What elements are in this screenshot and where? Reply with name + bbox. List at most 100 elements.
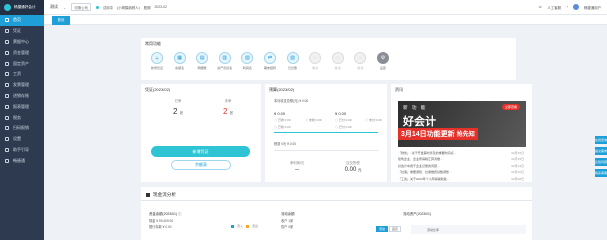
floating-help-button[interactable]: 在线咨询 (595, 136, 607, 144)
help-icon[interactable]: ⓘ (178, 212, 181, 216)
bank-label: 银行存款 (149, 225, 162, 229)
profit-label: 净利润/元 (289, 161, 305, 165)
sidebar-item[interactable]: 设置 (0, 134, 44, 145)
common-function-item[interactable]: ⚙ 设置 (375, 52, 391, 70)
bank-value: ¥ 0.00 (162, 225, 172, 229)
divider (141, 200, 532, 201)
logo-icon (4, 4, 11, 11)
floating-help-button[interactable]: 联系客服 (595, 169, 607, 177)
news-item-date: 02月08日 (511, 176, 524, 181)
sidebar: 畅捷通好会计 首页凭证 票据中心资金管理固定资产工资发票管理进销存账 报表管理 税务扫… (0, 0, 44, 240)
news-item[interactable]: 好会计中用于企业记账的问题... 02月13日 (398, 164, 524, 168)
gear-icon: ⚙ (376, 52, 389, 64)
common-function-item[interactable]: ▥ 资产负债表 (217, 52, 233, 70)
common-function-label: 资产负债表 (217, 66, 233, 70)
nav-icon (5, 126, 9, 131)
sidebar-item[interactable]: 税务 (0, 112, 44, 123)
status-text: 试用中 (102, 5, 114, 10)
sidebar-item[interactable]: 助手引导 (0, 145, 44, 156)
plus-doc-icon: ＋ (151, 52, 163, 64)
tab-home[interactable]: 首页 (52, 16, 70, 25)
flow-out-label: 供户 (281, 225, 288, 229)
common-function-label: 新增凭证 (150, 66, 163, 70)
sidebar-item[interactable]: 票据中心 (0, 37, 44, 48)
current-assets-title: 流动资产(2023/01) (403, 212, 432, 216)
flow-in-value: 1家 (288, 219, 294, 223)
tax-amount: ¥ 0.00 (287, 142, 296, 146)
news-banner[interactable]: 立即查看 新 功 能 好会计 3月14日功能更新 抢先知 (398, 101, 526, 147)
pending-unit: 张 (229, 111, 234, 115)
banner-view-button[interactable]: 立即查看 (501, 104, 520, 110)
news-title: 资讯 (395, 87, 403, 92)
approved-stat[interactable]: 已审 2 张 (163, 98, 193, 116)
sidebar-item[interactable]: 固定资产 (0, 58, 44, 69)
period-value[interactable]: 2023-02 (154, 5, 166, 9)
income-tax-label: 应交所税 (346, 161, 360, 165)
chart-icon: ▨ (241, 52, 254, 64)
sidebar-item-label: 票据中心 (13, 38, 29, 44)
news-item-text: 好会计中用于企业记账的问题... (398, 163, 440, 168)
balance-sheet-button[interactable]: 余额表 (171, 160, 231, 170)
sidebar-item-label: 首页 (13, 17, 21, 23)
expense-sub-paid: ◇ 已付 0.00 (335, 125, 352, 129)
common-function-label: 期末结转 (263, 66, 276, 70)
sidebar-item[interactable]: 首页 (0, 15, 44, 26)
avatar[interactable] (573, 4, 580, 10)
news-item-date: 02月13日 (511, 163, 524, 168)
headset-icon[interactable]: ☏ (538, 5, 542, 9)
divider (274, 150, 378, 151)
sidebar-item[interactable]: 进销存账 (0, 91, 44, 102)
pending-stat[interactable]: 未审 2 张 (213, 98, 243, 116)
new-voucher-button[interactable]: 新增凭证 (151, 146, 250, 157)
common-function-label: 明细账 (197, 66, 207, 70)
flow-out-value: 0家 (288, 225, 294, 229)
news-item[interactable]: 「工资」关于2023年个人所得税新政... 02月08日 (398, 177, 524, 181)
floating-help-button[interactable]: 反馈问题 (595, 158, 607, 166)
sidebar-item-label: 助手引导 (13, 146, 29, 152)
news-item[interactable]: 「社保」重要通知：社保缴费基数调整... 02月10日 (398, 170, 524, 174)
common-function-item[interactable]: ▨ 利润表 (239, 52, 255, 70)
company-name[interactable]: 测试 (50, 4, 58, 10)
lock-icon: ◌ (354, 52, 367, 64)
expense-pending: ◇ 未付 0.00 (365, 118, 382, 122)
nav-icon (5, 137, 9, 142)
cash-flow-card: 现金流分析 资金余额(2023/01) ⓘ 现金 ¥ 99,400.00 银行存… (141, 187, 532, 240)
income-received: ◇ 已收 0.00 (274, 118, 291, 122)
news-item[interactable]: 「财务」: 关于开发票时涉及的重要时间点... 02月15日 (398, 151, 524, 155)
common-function-item[interactable]: ＋ 新增凭证 (149, 52, 165, 70)
chevron-down-icon[interactable]: ⌄ (63, 5, 66, 10)
customer-service-link[interactable]: 人工客服 (547, 5, 561, 10)
sidebar-item[interactable]: 工资 (0, 69, 44, 80)
sidebar-item[interactable]: 畅捷通 (0, 155, 44, 166)
approved-label: 已审 (174, 99, 182, 103)
sidebar-item-label: 发票管理 (13, 82, 29, 88)
sidebar-item[interactable]: 发票管理 (0, 80, 44, 91)
username[interactable]: 畅捷通用户 (584, 5, 601, 10)
common-function-item[interactable]: ⇄ 期末结转 (262, 52, 278, 70)
floating-help-button[interactable]: 提交需求 (595, 147, 607, 155)
sidebar-item[interactable]: 凭证 (0, 26, 44, 37)
common-function-item[interactable]: ▧ 日记账 (285, 52, 301, 70)
switch-company-button[interactable]: 切换公司 (71, 3, 91, 11)
pending-label: 未审 (224, 99, 232, 103)
current-ratio-row: 流动比率 (411, 225, 526, 234)
cash-flow-title: 现金流分析 (153, 192, 176, 197)
sidebar-item-label: 畅捷通 (13, 157, 25, 163)
common-function-item[interactable]: ▤ 明细账 (194, 52, 210, 70)
tab-fixed[interactable]: 固定 (389, 226, 401, 232)
sidebar-item[interactable]: 报表管理 (0, 101, 44, 112)
news-item[interactable]: 建筑企业、企业所得税汇算清缴... 02月15日 (398, 157, 524, 161)
tab-current[interactable]: 流动 (376, 226, 388, 232)
bell-icon[interactable]: ◔ (566, 5, 568, 9)
news-item-text: 建筑企业、企业所得税汇算清缴... (398, 157, 443, 162)
app-logo[interactable]: 畅捷通好会计 (0, 0, 44, 15)
news-item-text: 「社保」重要通知：社保缴费基数调整... (398, 170, 452, 175)
sidebar-item-label: 固定资产 (13, 60, 29, 66)
budget-progress-bar (274, 132, 378, 133)
sidebar-item[interactable]: 资金管理 (0, 47, 44, 58)
nav-icon (5, 158, 9, 163)
logo-text: 畅捷通好会计 (14, 4, 36, 9)
common-function-item[interactable]: ▦ 余额表 (172, 52, 188, 70)
income-pending: ◇ 未收 0.00 (305, 118, 322, 122)
sidebar-item[interactable]: 扫码报销 (0, 123, 44, 134)
